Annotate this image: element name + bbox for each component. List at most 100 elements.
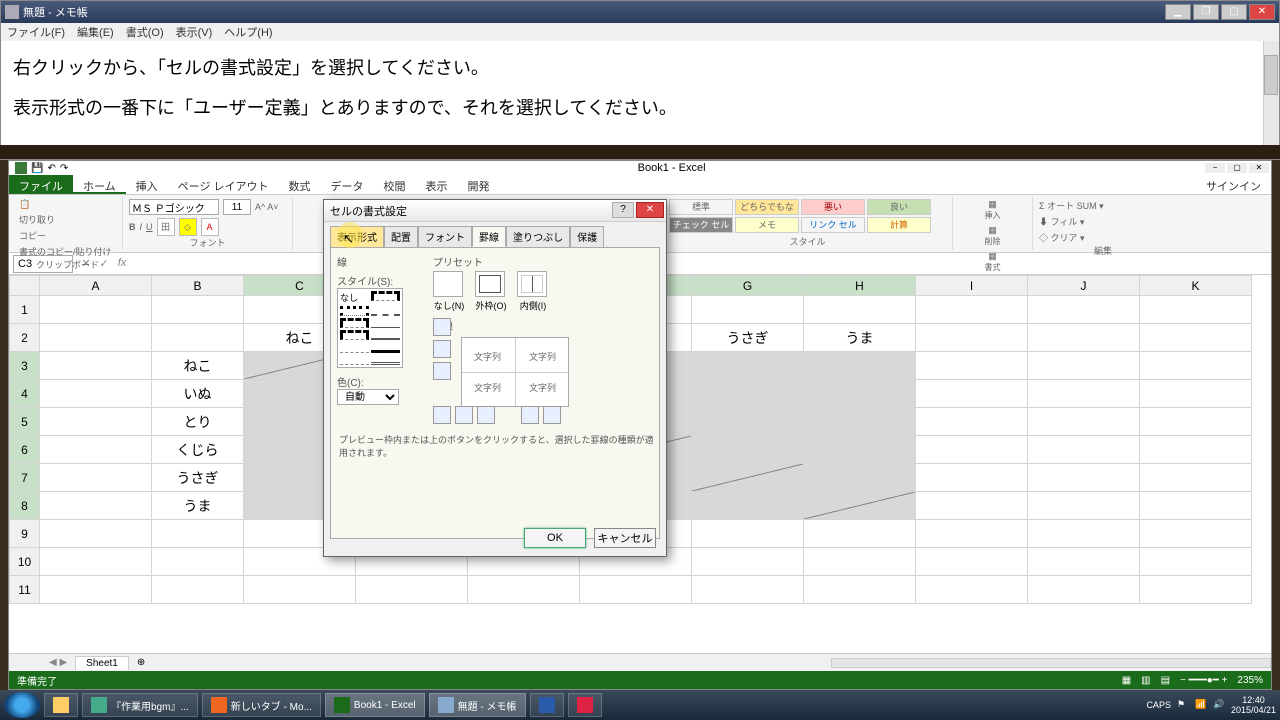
col-header[interactable]: B [152,276,244,296]
zoom-level[interactable]: 235% [1237,675,1263,686]
col-header[interactable]: K [1140,276,1252,296]
cell[interactable] [40,520,152,548]
excel-minimize-button[interactable]: − [1205,163,1225,173]
taskbar-chrome[interactable]: 『作業用bgm』... [82,693,198,717]
qat-save-icon[interactable]: 💾 [31,163,43,174]
cell[interactable] [804,352,916,380]
dialog-titlebar[interactable]: セルの書式設定 ? ✕ [324,200,666,222]
tab-number-format[interactable]: 表示形式 [330,226,384,247]
row-header[interactable]: 4 [10,380,40,408]
cell[interactable] [1028,408,1140,436]
cell[interactable] [40,324,152,352]
cell[interactable] [468,576,580,604]
tab-font[interactable]: フォント [418,226,472,247]
cell[interactable] [692,464,804,492]
cell[interactable] [692,436,804,464]
row-header[interactable]: 7 [10,464,40,492]
menu-file[interactable]: ファイル(F) [7,24,65,40]
notepad-content[interactable]: 右クリックから、「セルの書式設定」を選択してください。 表示形式の一番下に「ユー… [1,41,1279,141]
font-name-select[interactable] [129,199,219,215]
tab-protection[interactable]: 保護 [570,226,604,247]
cell[interactable] [916,492,1028,520]
cell[interactable] [804,408,916,436]
sheet-tab[interactable]: Sheet1 [75,656,129,670]
clock-time[interactable]: 12:40 [1231,695,1276,705]
preset-inside-button[interactable] [517,271,547,297]
underline-button[interactable]: U [146,222,153,232]
cell[interactable] [40,436,152,464]
excel-close-button[interactable]: ✕ [1249,163,1269,173]
signin-link[interactable]: サインイン [1196,175,1271,194]
border-top-button[interactable] [433,318,451,336]
row-header[interactable]: 1 [10,296,40,324]
border-vmiddle-button[interactable] [477,406,495,424]
cut-label[interactable]: 切り取り [19,213,55,226]
menu-edit[interactable]: 編集(E) [77,24,114,40]
cell[interactable] [1028,352,1140,380]
row-header[interactable]: 9 [10,520,40,548]
cell[interactable] [1028,520,1140,548]
cell[interactable] [152,576,244,604]
tray-network-icon[interactable]: 📶 [1195,699,1207,711]
tab-fill[interactable]: 塗りつぶし [506,226,570,247]
cell[interactable] [692,408,804,436]
cell[interactable] [692,380,804,408]
cell[interactable] [1140,296,1252,324]
cell[interactable] [1140,380,1252,408]
style-note[interactable]: メモ [735,217,799,233]
tab-alignment[interactable]: 配置 [384,226,418,247]
preset-outline-button[interactable] [475,271,505,297]
cell[interactable] [1028,492,1140,520]
row-header[interactable]: 5 [10,408,40,436]
cancel-button[interactable]: キャンセル [594,528,656,548]
row-header[interactable]: 6 [10,436,40,464]
menu-view[interactable]: 表示(V) [176,24,213,40]
cell[interactable] [244,576,356,604]
cell[interactable] [40,464,152,492]
cell[interactable] [916,408,1028,436]
cell[interactable] [692,576,804,604]
cell[interactable]: うま [804,324,916,352]
cell[interactable] [152,324,244,352]
cell[interactable] [1028,548,1140,576]
tab-data[interactable]: データ [321,175,374,194]
taskbar-word[interactable] [530,693,564,717]
scroll-thumb[interactable] [1264,55,1278,95]
cell[interactable] [152,548,244,576]
tab-formulas[interactable]: 数式 [279,175,321,194]
cell[interactable] [916,436,1028,464]
taskbar-powerpoint[interactable] [568,693,602,717]
cell[interactable] [804,492,916,520]
cell[interactable] [580,576,692,604]
tab-border[interactable]: 罫線 [472,226,506,247]
new-sheet-button[interactable]: ⊕ [137,657,145,668]
cell[interactable] [804,464,916,492]
cell[interactable] [692,352,804,380]
menu-format[interactable]: 書式(O) [126,24,164,40]
cell[interactable] [40,296,152,324]
start-button[interactable] [4,692,40,718]
border-preview[interactable]: 文字列 文字列 文字列 文字列 [461,337,569,407]
cell[interactable] [1028,324,1140,352]
col-header[interactable]: G [692,276,804,296]
col-header[interactable]: J [1028,276,1140,296]
taskbar-notepad[interactable]: 無題 - メモ帳 [429,693,526,717]
tab-file[interactable]: ファイル [9,175,73,194]
row-header[interactable]: 11 [10,576,40,604]
preset-none-button[interactable] [433,271,463,297]
col-header[interactable]: H [804,276,916,296]
cell[interactable] [692,296,804,324]
style-link[interactable]: リンク セル [801,217,865,233]
cell[interactable] [1140,576,1252,604]
cell[interactable]: うさぎ [152,464,244,492]
border-diag2-button[interactable] [543,406,561,424]
cell[interactable] [804,380,916,408]
cell[interactable] [40,548,152,576]
cell[interactable] [1028,576,1140,604]
col-header[interactable]: A [40,276,152,296]
cell[interactable]: とり [152,408,244,436]
row-header[interactable]: 8 [10,492,40,520]
bold-button[interactable]: B [129,222,136,232]
cell[interactable] [1028,380,1140,408]
cell[interactable] [152,296,244,324]
